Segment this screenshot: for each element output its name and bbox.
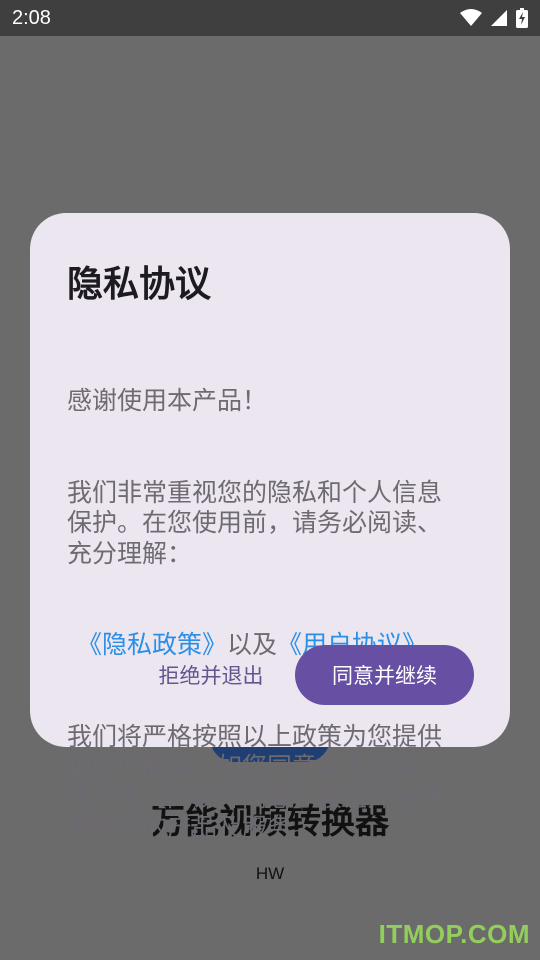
privacy-dialog: 隐私协议 感谢使用本产品！ 我们非常重视您的隐私和个人信息保护。在您使用前，请务…: [30, 213, 510, 842]
status-bar: 2:08: [0, 0, 540, 36]
watermark: ITMOP.COM: [378, 919, 530, 949]
dialog-closing-text: 我们将严格按照以上政策为您提供更好的服务。如您同意以上政策，请点击【阅读并同意】…: [67, 721, 443, 843]
dialog-body-line: 我们非常重视您的隐私和个人信息保护。在您使用前，请务必阅读、充分理解：: [67, 477, 443, 568]
dialog-body: 感谢使用本产品！ 我们非常重视您的隐私和个人信息保护。在您使用前，请务必阅读、充…: [67, 325, 457, 905]
status-icons: [460, 8, 528, 28]
agree-and-continue-button[interactable]: 同意并继续: [295, 645, 474, 705]
cell-signal-icon: [491, 10, 507, 26]
battery-charging-icon: [516, 8, 528, 28]
dialog-body-line: 感谢使用本产品！: [67, 386, 268, 415]
dialog-title: 隐私协议: [67, 264, 212, 305]
status-time: 2:08: [12, 6, 51, 29]
wifi-icon: [460, 9, 482, 26]
reject-and-exit-button[interactable]: 拒绝并退出: [148, 645, 274, 705]
